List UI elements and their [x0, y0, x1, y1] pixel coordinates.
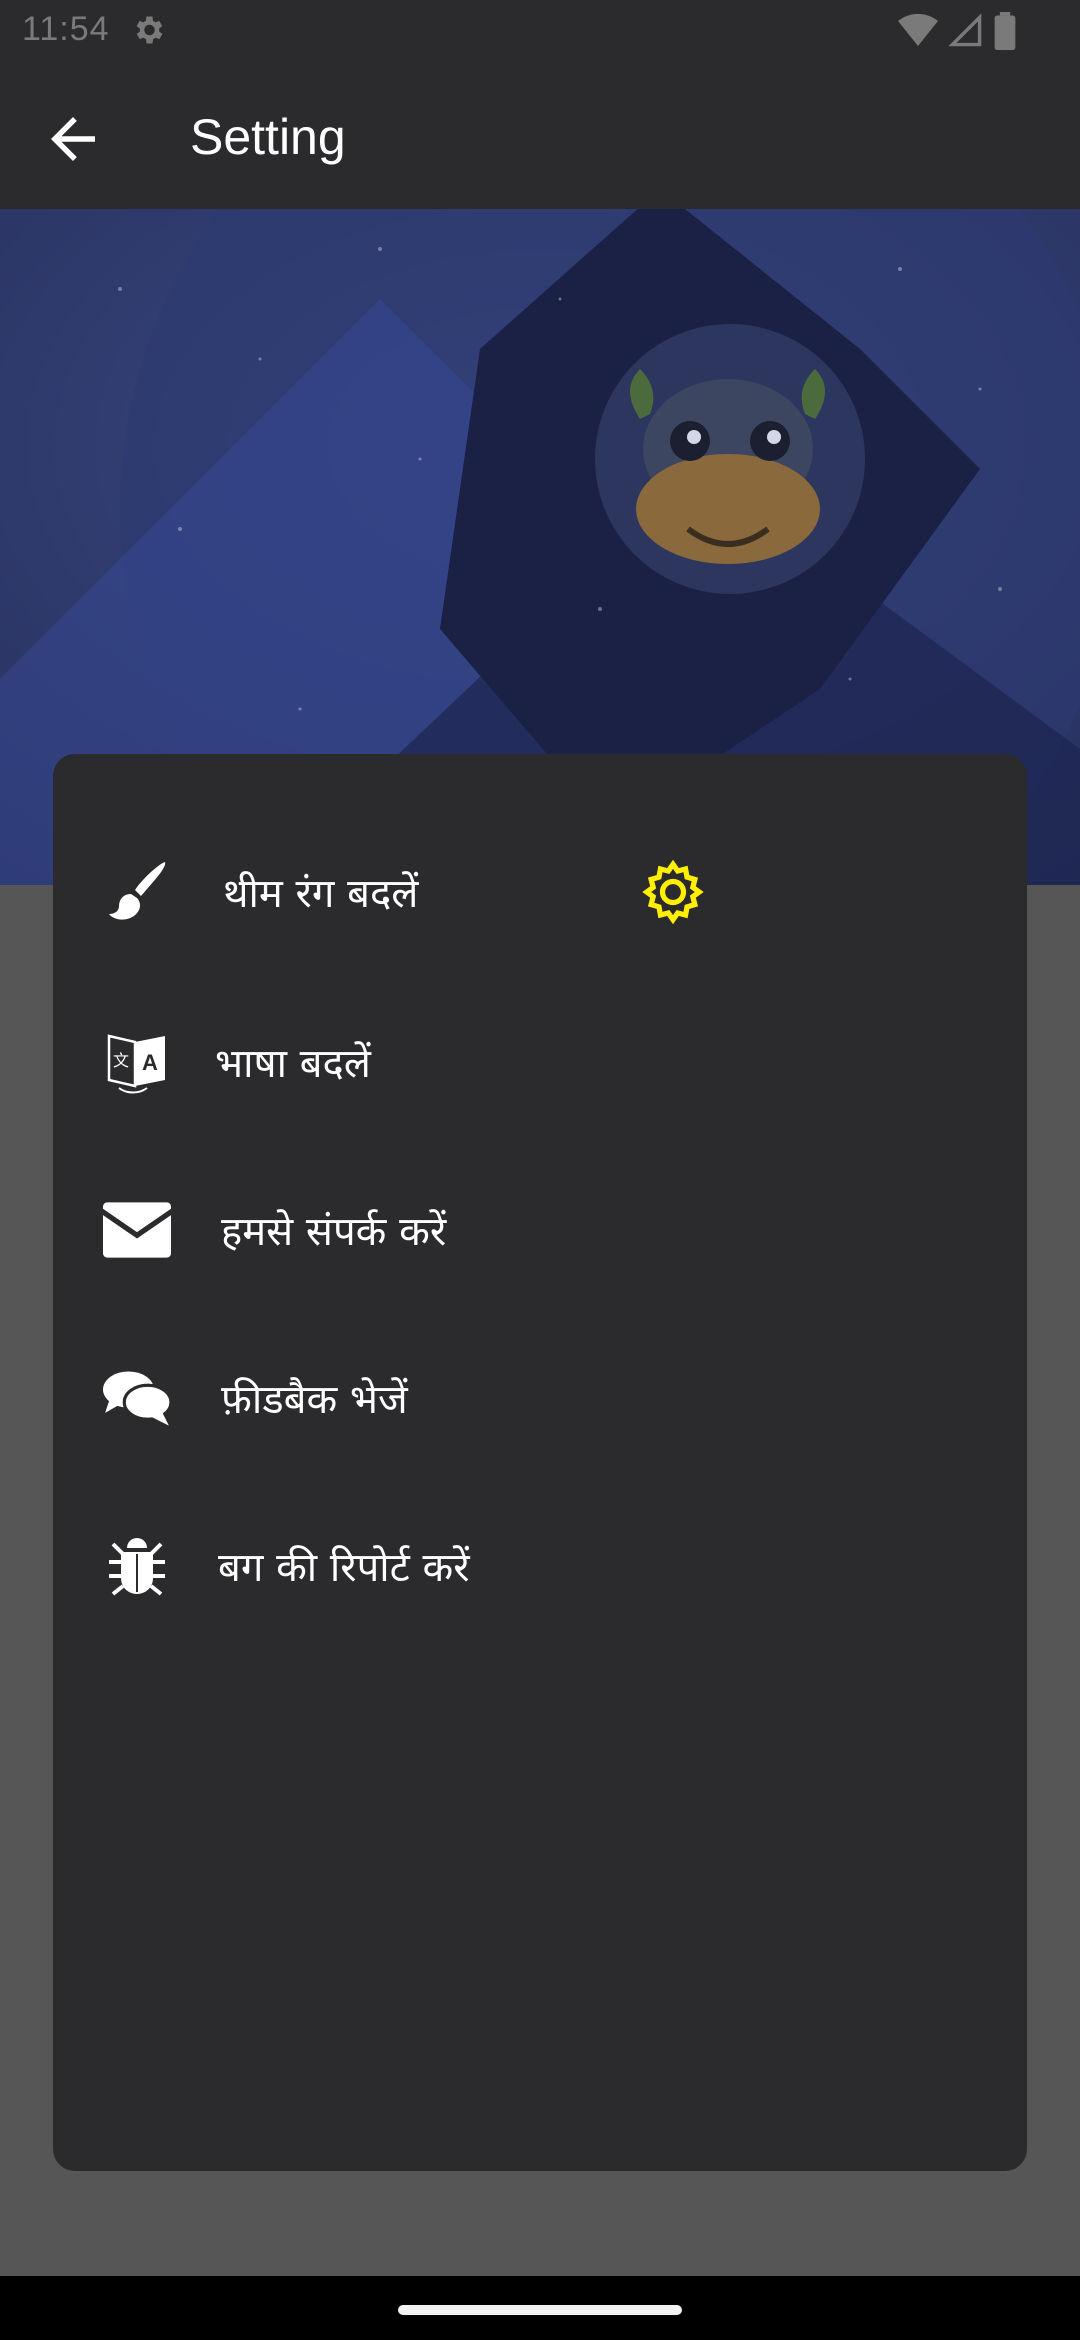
menu-item-report-bug[interactable]: बग की रिपोर्ट करें — [53, 1506, 1027, 1626]
navigation-bar — [0, 2276, 1080, 2340]
home-gesture-handle[interactable] — [398, 2305, 682, 2315]
menu-item-change-theme-color[interactable]: थीम रंग बदलें — [53, 832, 1027, 952]
menu-item-label: बग की रिपोर्ट करें — [218, 1545, 470, 1591]
status-bar: 11:54 — [0, 0, 1080, 64]
arrow-left-icon[interactable] — [40, 106, 106, 172]
envelope-icon — [103, 1202, 171, 1258]
svg-text:文: 文 — [113, 1051, 129, 1070]
battery-icon — [994, 12, 1016, 50]
settings-gear-icon — [136, 16, 163, 44]
menu-item-label: भाषा बदलें — [215, 1041, 371, 1087]
app-bar: Setting — [0, 64, 1080, 209]
menu-item-send-feedback[interactable]: फ़ीडबैक भेजें — [53, 1338, 1027, 1458]
page-title: Setting — [190, 109, 346, 165]
settings-menu-sheet: थीम रंग बदलें A 文 भाषा बदलें हमसे संपर्क… — [53, 754, 1027, 2171]
bug-icon — [109, 1538, 165, 1596]
chat-bubbles-icon — [103, 1371, 171, 1426]
paint-brush-icon — [109, 862, 166, 920]
translate-icon: A 文 — [107, 1034, 165, 1094]
menu-item-label: फ़ीडबैक भेजें — [221, 1377, 408, 1423]
wifi-icon — [898, 14, 938, 46]
gear-icon[interactable] — [638, 857, 708, 927]
menu-item-contact-us[interactable]: हमसे संपर्क करें — [53, 1170, 1027, 1290]
status-time: 11:54 — [22, 10, 110, 48]
menu-item-label: थीम रंग बदलें — [223, 871, 419, 917]
signal-icon — [948, 14, 982, 47]
status-icons — [898, 12, 1016, 50]
menu-item-label: हमसे संपर्क करें — [221, 1209, 447, 1255]
menu-item-change-language[interactable]: A 文 भाषा बदलें — [53, 1002, 1027, 1122]
svg-text:A: A — [142, 1050, 158, 1075]
